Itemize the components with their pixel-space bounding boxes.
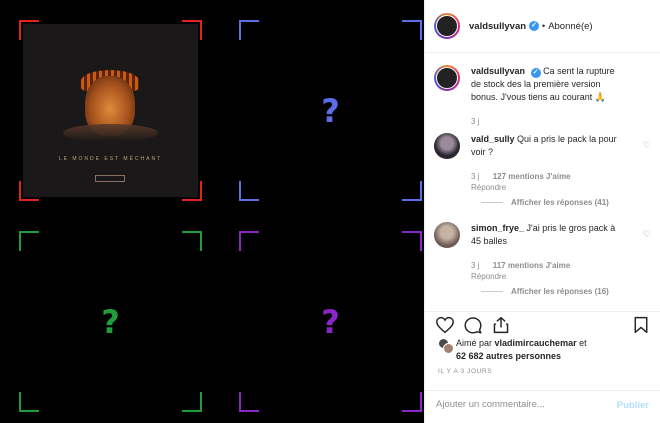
commenter-avatar[interactable] (434, 222, 460, 248)
post-timestamp[interactable]: IL Y A 3 JOURS (438, 368, 492, 375)
view-replies-button[interactable]: Afficher les réponses (41) (481, 198, 609, 207)
post-actions-bar (425, 311, 660, 335)
author-username[interactable]: valdsullyvan (469, 21, 526, 32)
post-side-panel: valdsullyvan ✓ • Abonné(e) valdsullyvan … (424, 0, 660, 423)
frame-corner (402, 231, 422, 251)
question-mark-icon: ? (101, 303, 120, 341)
reply-button[interactable]: Répondre (471, 183, 506, 192)
likes-text: Aimé par vladimircauchemar et 62 682 aut… (456, 338, 587, 361)
comment-text: simon_frye_ J'ai pris le gros pack à 45 … (471, 222, 625, 248)
frame-corner (182, 392, 202, 412)
frame-corner (239, 231, 259, 251)
publish-button[interactable]: Publier (617, 400, 649, 411)
verified-badge-icon: ✓ (529, 21, 540, 31)
frame-corner (19, 392, 39, 412)
question-mark-icon: ? (321, 303, 340, 341)
frame-corner (402, 392, 422, 412)
question-mark-icon: ? (321, 92, 340, 130)
mystery-cell-purple: ? (239, 231, 422, 412)
frame-corner (402, 181, 422, 201)
comment-input[interactable] (436, 399, 606, 410)
album-cover-image: LE MONDE EST MÉCHANT (23, 24, 198, 197)
add-comment-bar: Publier (425, 390, 660, 423)
like-comment-heart-icon[interactable]: ♡ (643, 140, 651, 151)
like-comment-heart-icon[interactable]: ♡ (643, 229, 651, 240)
caption-username[interactable]: valdsullyvan (471, 66, 525, 76)
album-title: LE MONDE EST MÉCHANT (58, 156, 163, 162)
frame-corner (239, 20, 259, 40)
comment-text: vald_sully Qui a pris le pack la pour vo… (471, 133, 625, 159)
frame-corner (19, 231, 39, 251)
comment-age[interactable]: 3 j (471, 172, 479, 181)
reply-button[interactable]: Répondre (471, 272, 506, 281)
author-avatar[interactable] (434, 13, 460, 39)
album-art-water (63, 124, 158, 142)
comment-age[interactable]: 3 j (471, 261, 479, 270)
caption-meta: 3 j (471, 117, 490, 126)
author-avatar[interactable] (434, 65, 460, 91)
comment-likes[interactable]: 117 mentions J'aime (493, 261, 571, 270)
comment-username[interactable]: simon_frye_ (471, 223, 524, 233)
comment-meta: 3 j 117 mentions J'aime (471, 261, 581, 270)
comment-icon[interactable] (463, 316, 483, 334)
comments-list[interactable]: valdsullyvan ✓ Ca sent la rupture de sto… (425, 54, 660, 311)
caption-age[interactable]: 3 j (471, 117, 479, 126)
album-cell: LE MONDE EST MÉCHANT (19, 20, 202, 201)
frame-corner (402, 20, 422, 40)
commenter-avatar[interactable] (434, 133, 460, 159)
comment-meta: 3 j 127 mentions J'aime (471, 172, 582, 181)
verified-badge-icon: ✓ (530, 68, 541, 78)
liker-username[interactable]: vladimircauchemar (495, 338, 577, 348)
save-bookmark-icon[interactable] (631, 316, 651, 334)
album-sticker (95, 175, 125, 182)
post-media[interactable]: LE MONDE EST MÉCHANT ? ? ? (0, 0, 424, 423)
comment-username[interactable]: vald_sully (471, 134, 515, 144)
share-icon[interactable] (491, 316, 511, 334)
separator-dot: • (542, 21, 546, 31)
frame-corner (182, 231, 202, 251)
following-button[interactable]: Abonné(e) (548, 21, 592, 32)
caption-text: valdsullyvan ✓ Ca sent la rupture de sto… (471, 65, 625, 104)
liker-avatars (438, 338, 456, 356)
heart-icon[interactable] (435, 316, 455, 334)
others-likes-link[interactable]: 62 682 autres personnes (456, 351, 561, 361)
mystery-cell-green: ? (19, 231, 202, 412)
frame-corner (239, 392, 259, 412)
mystery-cell-blue: ? (239, 20, 422, 201)
frame-corner (239, 181, 259, 201)
view-replies-button[interactable]: Afficher les réponses (16) (481, 287, 609, 296)
post-header: valdsullyvan ✓ • Abonné(e) (425, 0, 660, 53)
comment-likes[interactable]: 127 mentions J'aime (493, 172, 571, 181)
